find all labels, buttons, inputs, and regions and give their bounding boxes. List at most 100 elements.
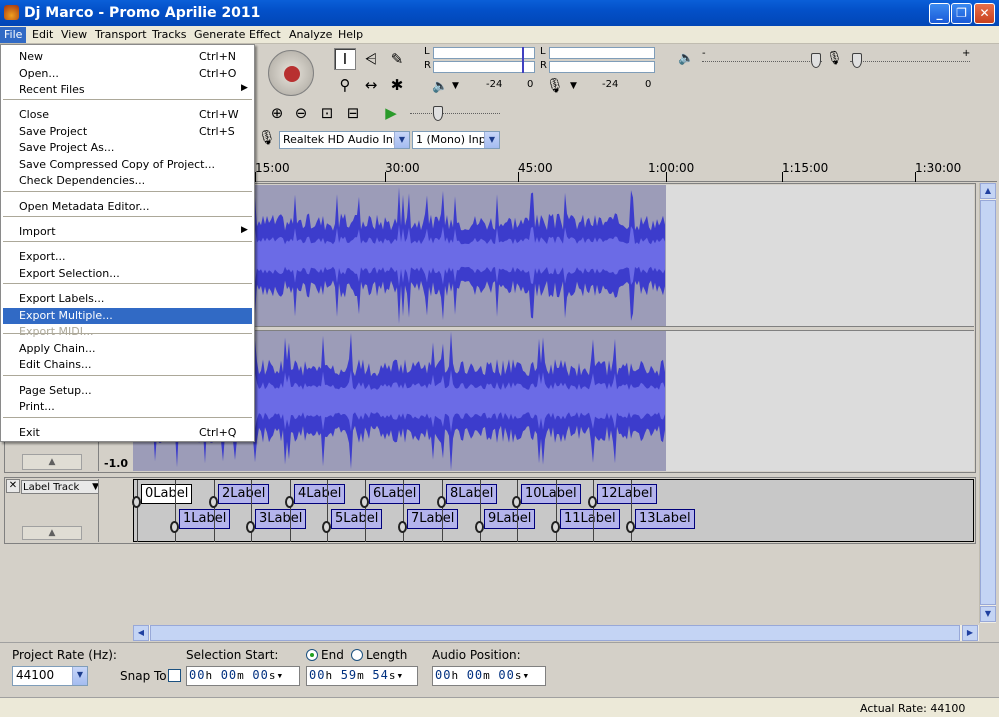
play-meter-left[interactable] xyxy=(433,47,535,59)
record-meter-left[interactable] xyxy=(549,47,655,59)
file-menu-item-export-labels[interactable]: Export Labels... xyxy=(3,291,252,307)
label-handle-icon[interactable] xyxy=(132,496,141,508)
label-handle-icon[interactable] xyxy=(551,521,560,533)
label-track-close-button[interactable]: ✕ xyxy=(6,479,20,493)
label-1[interactable]: 1Label xyxy=(179,509,231,529)
chevron-down-icon[interactable]: ▼ xyxy=(72,667,87,685)
label-4[interactable]: 4Label xyxy=(294,484,346,504)
label-2[interactable]: 2Label xyxy=(218,484,270,504)
zoom-in-icon[interactable]: ⊕ xyxy=(266,102,288,124)
menu-tracks[interactable]: Tracks xyxy=(148,27,191,43)
file-menu-item-save-project[interactable]: Save Project Ctrl+S xyxy=(3,124,252,140)
label-6[interactable]: 6Label xyxy=(369,484,421,504)
scroll-right-icon[interactable]: ▶ xyxy=(962,625,978,641)
play-at-speed-icon[interactable]: ▶ xyxy=(380,102,402,124)
microphone-icon[interactable]: 🎙 xyxy=(546,78,564,94)
vertical-scrollbar[interactable]: ▲ ▼ xyxy=(979,183,996,623)
output-volume-slider[interactable] xyxy=(702,61,822,63)
file-menu-item-page-setup[interactable]: Page Setup... xyxy=(3,383,252,399)
label-handle-icon[interactable] xyxy=(170,521,179,533)
file-menu-item-save-compressed-copy-of-project[interactable]: Save Compressed Copy of Project... xyxy=(3,157,252,173)
multi-tool-icon[interactable]: ✱ xyxy=(386,74,408,96)
fit-project-icon[interactable]: ⊟ xyxy=(342,102,364,124)
label-handle-icon[interactable] xyxy=(209,496,218,508)
record-button[interactable] xyxy=(268,50,314,96)
label-handle-icon[interactable] xyxy=(626,521,635,533)
selection-tool-icon[interactable]: I xyxy=(334,48,356,70)
label-handle-icon[interactable] xyxy=(512,496,521,508)
file-menu-item-exit[interactable]: Exit Ctrl+Q xyxy=(3,425,252,441)
label-handle-icon[interactable] xyxy=(475,521,484,533)
end-radio[interactable] xyxy=(306,649,318,661)
input-volume-thumb[interactable] xyxy=(852,53,862,68)
label-13[interactable]: 13Label xyxy=(635,509,695,529)
empty-track-area-right[interactable] xyxy=(666,331,974,471)
audio-position-field[interactable]: 00h 00m 00s▾ xyxy=(432,666,546,686)
file-menu-item-export-selection[interactable]: Export Selection... xyxy=(3,266,252,282)
label-handle-icon[interactable] xyxy=(437,496,446,508)
label-handle-icon[interactable] xyxy=(285,496,294,508)
zoom-tool-icon[interactable]: ⚲ xyxy=(334,74,356,96)
play-meter-right[interactable] xyxy=(433,61,535,73)
file-menu-item-apply-chain[interactable]: Apply Chain... xyxy=(3,341,252,357)
output-volume-thumb[interactable] xyxy=(811,53,821,68)
label-12[interactable]: 12Label xyxy=(597,484,657,504)
snap-to-checkbox[interactable] xyxy=(168,669,181,682)
length-radio[interactable] xyxy=(351,649,363,661)
horizontal-scroll-thumb[interactable] xyxy=(150,625,960,641)
file-menu-item-open[interactable]: Open... Ctrl+O xyxy=(3,66,252,82)
file-menu-item-import[interactable]: Import ▶ xyxy=(3,224,252,240)
file-menu-item-export[interactable]: Export... xyxy=(3,249,252,265)
label-handle-icon[interactable] xyxy=(246,521,255,533)
chevron-down-icon[interactable]: ▼ xyxy=(484,132,499,148)
play-speed-thumb[interactable] xyxy=(433,106,443,121)
label-handle-icon[interactable] xyxy=(322,521,331,533)
label-3[interactable]: 3Label xyxy=(255,509,307,529)
scroll-left-icon[interactable]: ◀ xyxy=(133,625,149,641)
input-volume-slider[interactable] xyxy=(850,61,970,63)
menu-transport[interactable]: Transport xyxy=(91,27,151,43)
record-meter-right[interactable] xyxy=(549,61,655,73)
fit-selection-icon[interactable]: ⊡ xyxy=(316,102,338,124)
label-5[interactable]: 5Label xyxy=(331,509,383,529)
label-7[interactable]: 7Label xyxy=(407,509,459,529)
label-9[interactable]: 9Label xyxy=(484,509,536,529)
envelope-tool-icon[interactable]: ⩤ xyxy=(360,48,382,70)
menu-help[interactable]: Help xyxy=(334,27,367,43)
timeline-ruler[interactable]: 15:00 30:00 45:00 1:00:00 1:15:00 1:30:0… xyxy=(255,157,997,182)
menu-file[interactable]: File xyxy=(0,27,27,43)
file-menu-item-edit-chains[interactable]: Edit Chains... xyxy=(3,357,252,373)
horizontal-scrollbar[interactable]: ◀ ▶ xyxy=(133,625,979,641)
maximize-button[interactable]: ❐ xyxy=(951,3,972,24)
project-rate-select[interactable]: 44100 ▼ xyxy=(12,666,88,686)
input-device-select[interactable]: Realtek HD Audio Input ▼ xyxy=(279,131,410,149)
zoom-out-icon[interactable]: ⊖ xyxy=(290,102,312,124)
label-handle-icon[interactable] xyxy=(360,496,369,508)
file-menu-item-save-project-as[interactable]: Save Project As... xyxy=(3,140,252,156)
draw-tool-icon[interactable]: ✎ xyxy=(386,48,408,70)
scroll-up-icon[interactable]: ▲ xyxy=(980,183,996,199)
label-handle-icon[interactable] xyxy=(398,521,407,533)
play-meter-dropdown-icon[interactable]: ▼ xyxy=(452,81,459,91)
record-meter-dropdown-icon[interactable]: ▼ xyxy=(570,81,577,91)
label-track-name-button[interactable]: Label Track ▼ xyxy=(21,480,103,494)
file-menu-item-close[interactable]: Close Ctrl+W xyxy=(3,107,252,123)
vertical-scroll-thumb[interactable] xyxy=(980,200,996,605)
menu-generate[interactable]: Generate xyxy=(190,27,249,43)
collapse-track-button[interactable]: ▲ xyxy=(22,454,82,470)
selection-start-field[interactable]: 00h 00m 00s▾ xyxy=(186,666,300,686)
chevron-down-icon[interactable]: ▼ xyxy=(394,132,409,148)
file-menu-item-export-multiple[interactable]: Export Multiple... xyxy=(3,308,252,324)
label-0[interactable]: 0Label xyxy=(141,484,193,504)
selection-end-field[interactable]: 00h 59m 54s▾ xyxy=(306,666,418,686)
speaker-icon[interactable]: 🔈 xyxy=(432,79,448,94)
label-10[interactable]: 10Label xyxy=(521,484,581,504)
menu-view[interactable]: View xyxy=(57,27,91,43)
scroll-down-icon[interactable]: ▼ xyxy=(980,606,996,622)
menu-effect[interactable]: Effect xyxy=(245,27,285,43)
label-8[interactable]: 8Label xyxy=(446,484,498,504)
minimize-button[interactable]: _ xyxy=(929,3,950,24)
file-menu-item-recent-files[interactable]: Recent Files ▶ xyxy=(3,82,252,98)
file-menu-item-print[interactable]: Print... xyxy=(3,399,252,415)
file-menu-item-check-dependencies[interactable]: Check Dependencies... xyxy=(3,173,252,189)
